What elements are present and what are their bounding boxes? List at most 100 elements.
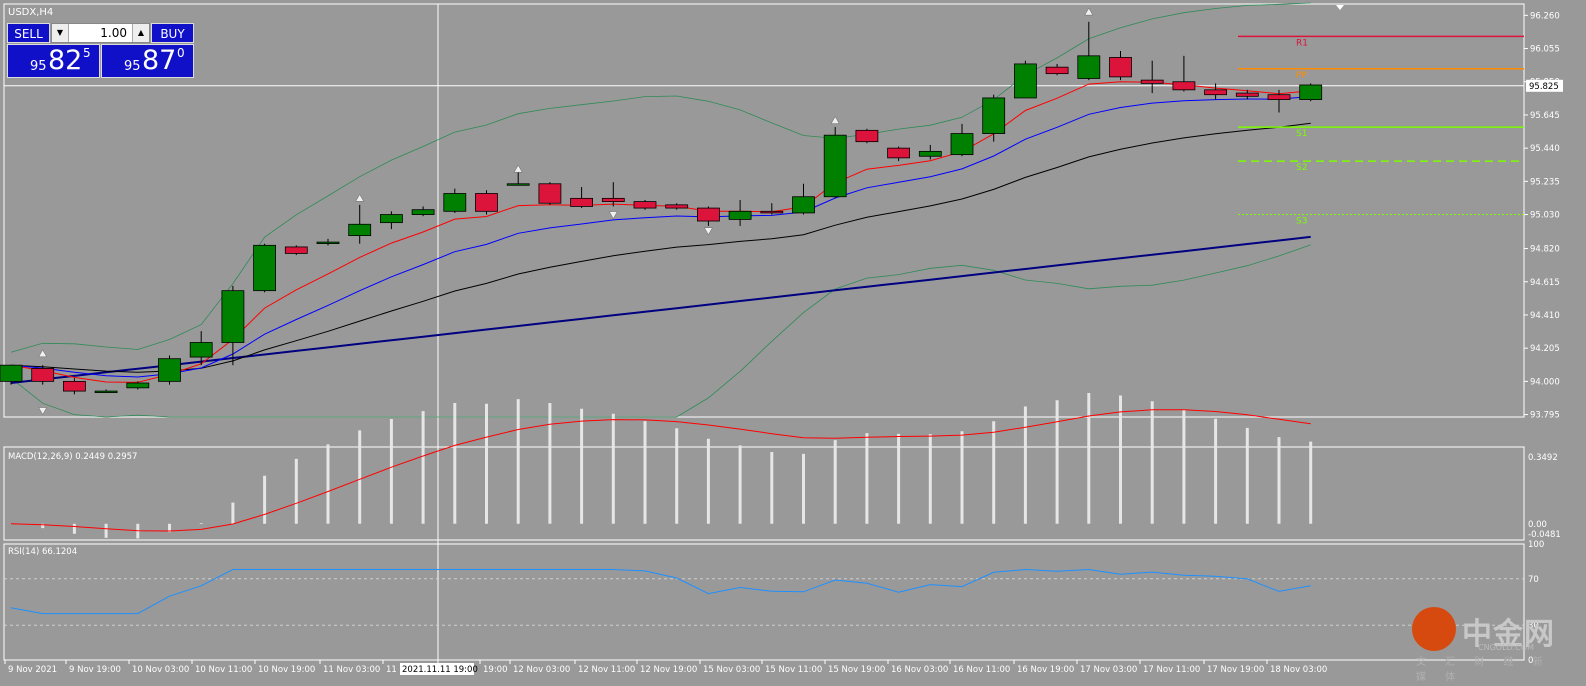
lot-size-field[interactable]: ▼ 1.00 ▲: [51, 23, 150, 43]
pivot-level-label: S3: [1296, 217, 1307, 227]
symbol-label: USDX,H4: [8, 7, 54, 18]
sell-button[interactable]: SELL: [7, 23, 50, 43]
price-tick-label: 94.820: [1530, 245, 1560, 255]
candle-body: [538, 183, 562, 204]
time-tick-label: 12 Nov 03:00: [513, 665, 570, 675]
candle-body: [570, 197, 593, 207]
macd-tick-label: 0.00: [1528, 520, 1547, 530]
candle-body: [411, 209, 435, 215]
fractal-arrow-icon: [1084, 7, 1094, 16]
rsi-tick-label: 70: [1528, 575, 1539, 585]
fractal-arrow-icon: [38, 407, 48, 416]
watermark-domain: CNGOLD.COM: [1478, 643, 1535, 652]
pivot-level-label: S1: [1296, 129, 1307, 139]
candle-body: [284, 246, 308, 254]
time-tick-label: 10 Nov 11:00: [195, 665, 252, 675]
candle-body: [253, 244, 277, 292]
time-tick-label: 15 Nov 11:00: [765, 665, 822, 675]
candle-body: [0, 364, 23, 382]
candle-body: [760, 210, 784, 214]
buy-button[interactable]: BUY: [151, 23, 194, 43]
fractal-arrow-icon: [608, 211, 618, 220]
candle-body: [31, 368, 55, 382]
time-tick-label: 17 Nov 03:00: [1080, 665, 1137, 675]
candle-body: [379, 214, 403, 224]
candle-body: [633, 201, 657, 209]
candle-body: [1172, 81, 1196, 91]
pivot-level-label: PP: [1296, 71, 1307, 81]
sell-price-pips: 82: [48, 45, 83, 76]
price-tick-label: 94.615: [1530, 278, 1560, 288]
fractal-arrow-icon: [830, 116, 840, 124]
price-tick-label: 95.440: [1530, 144, 1560, 154]
time-tick-label: 16 Nov 19:00: [1017, 665, 1074, 675]
candle-body: [1109, 57, 1132, 78]
candle-body: [855, 129, 879, 143]
candle-body: [189, 342, 213, 358]
sell-price-prefix: 95: [30, 59, 47, 74]
candle-body: [728, 210, 752, 220]
time-tick-label: 15 Nov 03:00: [703, 665, 760, 675]
candle-body: [1235, 92, 1259, 97]
buy-price-prefix: 95: [124, 59, 141, 74]
candle-body: [316, 241, 340, 244]
bollinger-upper-line: [10, 2, 1311, 353]
time-tick-label: 12 Nov 11:00: [578, 665, 635, 675]
candle-body: [601, 197, 625, 202]
candle-body: [1077, 55, 1101, 79]
macd-tick-label: 0.3492: [1528, 453, 1558, 463]
time-tick-label: 19:00: [483, 665, 508, 675]
time-tick-label: 18 Nov 03:00: [1270, 665, 1327, 675]
buy-price-fraction: 0: [177, 46, 185, 60]
price-tick-label: 95.030: [1530, 211, 1560, 221]
price-chart[interactable]: 96.26096.05595.85095.64595.44095.23595.0…: [0, 0, 1586, 686]
candle-body: [918, 150, 942, 157]
time-tick-label: 10 Nov 19:00: [258, 665, 315, 675]
candle-body: [221, 290, 245, 343]
ema-fast-line: [10, 81, 1311, 383]
watermark-subtitle: 文 汇 财 经 新 媒 体: [1416, 657, 1551, 683]
time-tick-label: 16 Nov 11:00: [953, 665, 1010, 675]
time-tick-label: 17 Nov 11:00: [1143, 665, 1200, 675]
macd-label: MACD(12,26,9) 0.2449 0.2957: [8, 452, 137, 462]
candle-body: [950, 133, 974, 156]
candle-body: [1014, 63, 1037, 99]
fractal-arrow-icon: [355, 193, 365, 202]
lot-value[interactable]: 1.00: [100, 24, 127, 42]
candle-body: [506, 183, 530, 186]
price-tick-label: 94.000: [1530, 377, 1560, 387]
buy-price-box[interactable]: 95 87 0: [101, 44, 194, 78]
fractal-arrow-icon: [38, 349, 48, 358]
time-tick-label: 10 Nov 03:00: [132, 665, 189, 675]
price-tick-label: 96.260: [1530, 11, 1560, 21]
fractal-arrow-icon: [703, 227, 713, 236]
brand-logo-icon: [1412, 607, 1456, 651]
candle-body: [792, 196, 815, 214]
price-tick-label: 93.795: [1530, 411, 1560, 421]
price-tick-label: 94.205: [1530, 344, 1560, 354]
chart-shift-marker-icon: [1336, 5, 1344, 10]
rsi-line: [10, 568, 1311, 615]
sell-price-box[interactable]: 95 82 5: [7, 44, 100, 78]
candle-body: [158, 358, 181, 382]
rsi-tick-label: 100: [1528, 540, 1544, 550]
candle-body: [823, 134, 847, 198]
candle-body: [887, 147, 910, 159]
buy-price-pips: 87: [142, 45, 177, 76]
candle-body: [94, 390, 118, 393]
candle-body: [697, 207, 720, 222]
price-tick-label: 95.235: [1530, 177, 1560, 187]
one-click-trading-panel: SELL ▼ 1.00 ▲ BUY 95 82 5 95 87 0: [6, 21, 194, 79]
time-tick-label: 11 Nov 03:00: [323, 665, 380, 675]
ema-long-line: [10, 235, 1311, 384]
candle-body: [1140, 79, 1164, 84]
candle-body: [63, 380, 86, 392]
time-tick-label: 9 Nov 19:00: [69, 665, 121, 675]
lot-increase-icon[interactable]: ▲: [132, 24, 149, 42]
macd-panel-frame: [3, 446, 1525, 541]
lot-decrease-icon[interactable]: ▼: [52, 24, 69, 42]
rsi-label: RSI(14) 66.1204: [8, 547, 77, 557]
price-tick-label: 94.410: [1530, 311, 1560, 321]
crosshair-time-label: 2021.11.11 19:00: [402, 665, 478, 675]
price-tick-label: 96.055: [1530, 45, 1560, 55]
